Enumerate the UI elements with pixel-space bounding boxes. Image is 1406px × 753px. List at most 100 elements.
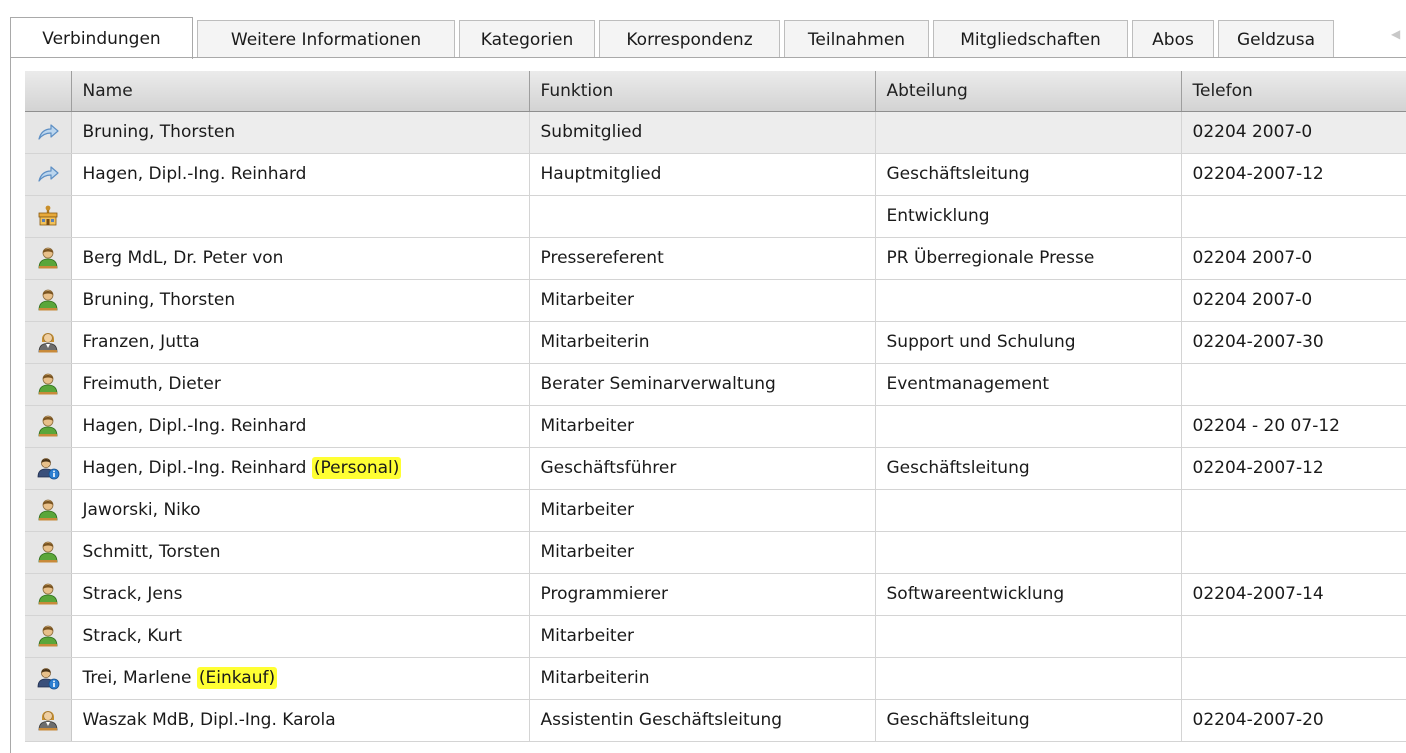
cell-abteilung[interactable]: Geschäftsleitung bbox=[875, 699, 1182, 742]
table-row[interactable]: Waszak MdB, Dipl.-Ing. Karola Assistentin… bbox=[25, 699, 1406, 742]
row-icon-cell bbox=[25, 237, 72, 280]
cell-name[interactable]: Strack, Kurt bbox=[71, 615, 530, 658]
cell-name[interactable]: Strack, Jens bbox=[71, 573, 530, 616]
tab-bar: Verbindungen Weitere Informationen Kategor… bbox=[10, 16, 1338, 59]
tab-weitere-informationen[interactable]: Weitere Informationen bbox=[197, 20, 455, 58]
tab-scroll-left-icon[interactable]: ◀ bbox=[1391, 26, 1401, 42]
cell-funktion[interactable]: Berater Seminarverwaltung bbox=[529, 363, 876, 406]
cell-abteilung[interactable]: Eventmanagement bbox=[875, 363, 1182, 406]
cell-funktion[interactable]: Mitarbeiter bbox=[529, 405, 876, 448]
tab-abos[interactable]: Abos bbox=[1132, 20, 1214, 58]
name-text: Strack, Kurt bbox=[82, 626, 183, 646]
cell-telefon[interactable]: 02204-2007-12 bbox=[1181, 153, 1406, 196]
cell-telefon[interactable] bbox=[1181, 531, 1406, 574]
cell-telefon[interactable]: 02204 2007-0 bbox=[1181, 237, 1406, 280]
cell-funktion[interactable]: Hauptmitglied bbox=[529, 153, 876, 196]
header-funktion[interactable]: Funktion bbox=[529, 71, 876, 112]
cell-telefon[interactable] bbox=[1181, 657, 1406, 700]
cell-funktion[interactable]: Assistentin Geschäftsleitung bbox=[529, 699, 876, 742]
header-abteilung[interactable]: Abteilung bbox=[875, 71, 1182, 112]
cell-telefon[interactable]: 02204-2007-14 bbox=[1181, 573, 1406, 616]
cell-name[interactable]: Schmitt, Torsten bbox=[71, 531, 530, 574]
table-row[interactable]: Strack, Kurt Mitarbeiter bbox=[25, 615, 1406, 658]
cell-funktion[interactable]: Mitarbeiterin bbox=[529, 321, 876, 364]
cell-funktion[interactable]: Mitarbeiter bbox=[529, 615, 876, 658]
tab-teilnahmen[interactable]: Teilnahmen bbox=[784, 20, 929, 58]
table-row[interactable]: Hagen, Dipl.-Ing. Reinhard Hauptmitglied G… bbox=[25, 153, 1406, 196]
table-row[interactable]: Hagen, Dipl.-Ing. Reinhard Mitarbeiter 022… bbox=[25, 405, 1406, 448]
cell-abteilung[interactable] bbox=[875, 405, 1182, 448]
cell-name[interactable]: Bruning, Thorsten bbox=[71, 279, 530, 322]
cell-telefon[interactable]: 02204 2007-0 bbox=[1181, 279, 1406, 322]
name-text: Jaworski, Niko bbox=[82, 500, 201, 520]
cell-abteilung[interactable] bbox=[875, 657, 1182, 700]
cell-name[interactable]: Freimuth, Dieter bbox=[71, 363, 530, 406]
cell-abteilung[interactable] bbox=[875, 279, 1182, 322]
cell-name[interactable]: Hagen, Dipl.-Ing. Reinhard (Personal) bbox=[71, 447, 530, 490]
cell-name[interactable]: Waszak MdB, Dipl.-Ing. Karola bbox=[71, 699, 530, 742]
cell-funktion[interactable]: Submitglied bbox=[529, 111, 876, 154]
cell-name[interactable]: Hagen, Dipl.-Ing. Reinhard bbox=[71, 153, 530, 196]
table-row[interactable]: Freimuth, Dieter Berater Seminarverwaltun… bbox=[25, 363, 1406, 406]
cell-name[interactable]: Bruning, Thorsten bbox=[71, 111, 530, 154]
cell-funktion[interactable]: Geschäftsführer bbox=[529, 447, 876, 490]
cell-telefon[interactable]: 02204-2007-20 bbox=[1181, 699, 1406, 742]
cell-abteilung[interactable] bbox=[875, 615, 1182, 658]
cell-abteilung[interactable]: Geschäftsleitung bbox=[875, 153, 1182, 196]
cell-telefon[interactable] bbox=[1181, 363, 1406, 406]
tab-geldzusa[interactable]: Geldzusa bbox=[1218, 20, 1334, 58]
cell-telefon[interactable] bbox=[1181, 195, 1406, 238]
name-text: Schmitt, Torsten bbox=[82, 542, 221, 562]
tab-verbindungen[interactable]: Verbindungen bbox=[10, 17, 193, 59]
table-row[interactable]: Jaworski, Niko Mitarbeiter bbox=[25, 489, 1406, 532]
tab-mitgliedschaften[interactable]: Mitgliedschaften bbox=[933, 20, 1128, 58]
table-row[interactable]: Entwicklung bbox=[25, 195, 1406, 238]
cell-funktion[interactable]: Mitarbeiterin bbox=[529, 657, 876, 700]
table-row[interactable]: Bruning, Thorsten Submitglied 02204 2007-0 bbox=[25, 111, 1406, 154]
cell-name[interactable]: Hagen, Dipl.-Ing. Reinhard bbox=[71, 405, 530, 448]
cell-name[interactable] bbox=[71, 195, 530, 238]
table-row[interactable]: Schmitt, Torsten Mitarbeiter bbox=[25, 531, 1406, 574]
row-icon-cell bbox=[25, 405, 72, 448]
person-male-icon bbox=[36, 246, 60, 270]
cell-funktion[interactable]: Mitarbeiter bbox=[529, 531, 876, 574]
cell-abteilung[interactable] bbox=[875, 531, 1182, 574]
cell-name[interactable]: Berg MdL, Dr. Peter von bbox=[71, 237, 530, 280]
tab-korrespondenz[interactable]: Korrespondenz bbox=[599, 20, 780, 58]
row-icon-cell bbox=[25, 279, 72, 322]
cell-abteilung[interactable]: Entwicklung bbox=[875, 195, 1182, 238]
cell-telefon[interactable]: 02204-2007-12 bbox=[1181, 447, 1406, 490]
table-row[interactable]: Hagen, Dipl.-Ing. Reinhard (Personal) Ges… bbox=[25, 447, 1406, 490]
cell-funktion[interactable]: Mitarbeiter bbox=[529, 489, 876, 532]
cell-name[interactable]: Jaworski, Niko bbox=[71, 489, 530, 532]
table-row[interactable]: Bruning, Thorsten Mitarbeiter 02204 2007-0 bbox=[25, 279, 1406, 322]
cell-funktion[interactable]: Programmierer bbox=[529, 573, 876, 616]
table-row[interactable]: Trei, Marlene (Einkauf) Mitarbeiterin bbox=[25, 657, 1406, 700]
person-female-icon bbox=[36, 330, 60, 354]
cell-abteilung[interactable]: Support und Schulung bbox=[875, 321, 1182, 364]
cell-name[interactable]: Franzen, Jutta bbox=[71, 321, 530, 364]
cell-funktion[interactable] bbox=[529, 195, 876, 238]
cell-telefon[interactable] bbox=[1181, 489, 1406, 532]
name-text: Hagen, Dipl.-Ing. Reinhard bbox=[82, 164, 307, 184]
table-row[interactable]: Berg MdL, Dr. Peter von Pressereferent PR … bbox=[25, 237, 1406, 280]
cell-name[interactable]: Trei, Marlene (Einkauf) bbox=[71, 657, 530, 700]
cell-telefon[interactable]: 02204 2007-0 bbox=[1181, 111, 1406, 154]
cell-abteilung[interactable]: Softwareentwicklung bbox=[875, 573, 1182, 616]
cell-abteilung[interactable]: Geschäftsleitung bbox=[875, 447, 1182, 490]
table-row[interactable]: Strack, Jens Programmierer Softwareentwick… bbox=[25, 573, 1406, 616]
tab-kategorien[interactable]: Kategorien bbox=[459, 20, 595, 58]
cell-telefon[interactable]: 02204 - 20 07-12 bbox=[1181, 405, 1406, 448]
header-name[interactable]: Name bbox=[71, 71, 530, 112]
cell-funktion[interactable]: Mitarbeiter bbox=[529, 279, 876, 322]
table-row[interactable]: Franzen, Jutta Mitarbeiterin Support und S… bbox=[25, 321, 1406, 364]
cell-abteilung[interactable] bbox=[875, 489, 1182, 532]
cell-abteilung[interactable]: PR Überregionale Presse bbox=[875, 237, 1182, 280]
cell-abteilung[interactable] bbox=[875, 111, 1182, 154]
cell-funktion[interactable]: Pressereferent bbox=[529, 237, 876, 280]
cell-telefon[interactable]: 02204-2007-30 bbox=[1181, 321, 1406, 364]
row-icon-cell bbox=[25, 195, 72, 238]
cell-telefon[interactable] bbox=[1181, 615, 1406, 658]
header-icon-column[interactable] bbox=[25, 71, 72, 112]
header-telefon[interactable]: Telefon bbox=[1181, 71, 1406, 112]
